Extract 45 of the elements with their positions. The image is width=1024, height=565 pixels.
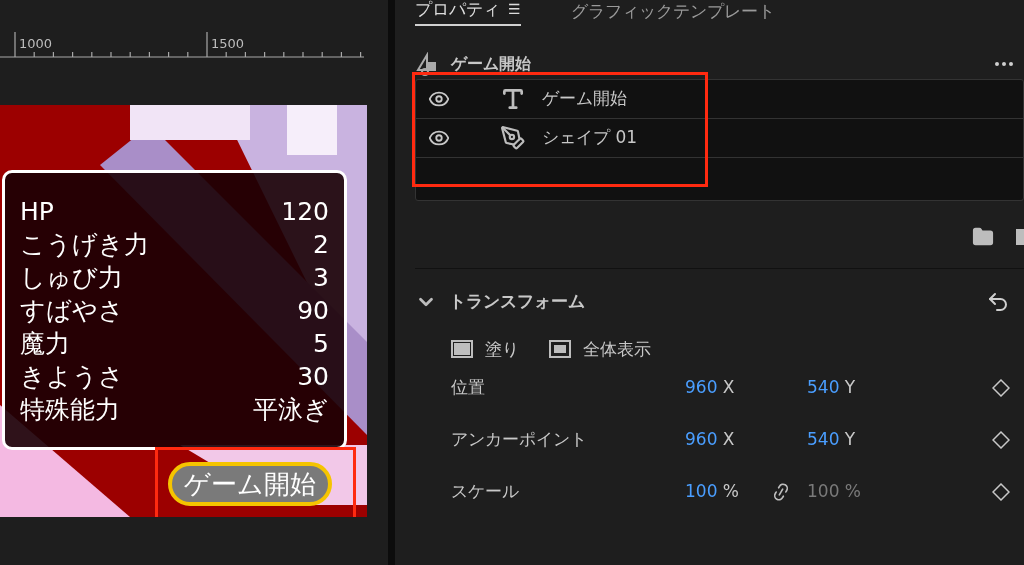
stat-label: HP <box>20 196 54 228</box>
stat-label: 魔力 <box>20 328 70 360</box>
menu-icon[interactable]: ☰ <box>508 0 521 20</box>
stat-value: 90 <box>297 295 329 327</box>
stat-value: 2 <box>313 229 329 261</box>
start-game-button[interactable]: ゲーム開始 <box>168 462 332 506</box>
keyframe-diamond-icon[interactable] <box>992 483 1010 501</box>
property-label: 位置 <box>451 376 486 400</box>
keyframe-diamond-icon[interactable] <box>992 431 1010 449</box>
stat-value: 5 <box>313 328 329 360</box>
y-value-field[interactable]: 540 Y <box>807 375 867 401</box>
layer-name: ゲーム開始 <box>542 87 627 111</box>
keyframe-diamond-icon[interactable] <box>992 379 1010 397</box>
clip-title: ゲーム開始 <box>451 53 531 75</box>
stat-label: こうげき力 <box>20 229 149 261</box>
stat-value: 120 <box>281 196 329 228</box>
stat-value: 30 <box>297 361 329 393</box>
ruler-label: 1000 <box>19 35 53 53</box>
fit-option-button[interactable]: 塗り <box>451 336 519 362</box>
stat-value: 3 <box>313 262 329 294</box>
layer-row[interactable]: シェイプ 01 <box>416 119 1023 158</box>
fit-option-button[interactable]: 全体表示 <box>549 336 651 362</box>
section-title: トランスフォーム <box>449 290 585 313</box>
property-label: アンカーポイント <box>451 428 588 452</box>
property-label: スケール <box>451 480 520 504</box>
ruler-label: 1500 <box>211 35 245 53</box>
folder-icon[interactable] <box>972 226 994 248</box>
x-value-field[interactable]: 960 X <box>685 375 771 401</box>
stat-value: 平泳ぎ <box>253 394 329 426</box>
stat-label: しゅび力 <box>20 262 123 294</box>
pen-icon <box>500 125 526 151</box>
frame-icon <box>451 340 473 359</box>
stat-label: すばやさ <box>20 295 124 327</box>
y-value-field[interactable]: 540 Y <box>807 427 867 453</box>
layer-row[interactable]: ゲーム開始 <box>416 80 1023 119</box>
x-value-field[interactable]: 960 X <box>685 427 771 453</box>
stat-label: 特殊能力 <box>20 394 120 426</box>
x-value-field[interactable]: 100 % <box>685 479 771 505</box>
y-value-field[interactable]: 100 % <box>807 479 867 505</box>
panel-tab[interactable]: プロパティ ☰ <box>415 0 521 26</box>
panel-tab[interactable]: グラフィックテンプレート <box>570 0 775 26</box>
frame-icon <box>549 340 571 359</box>
text-layer-icon <box>500 86 526 112</box>
stat-label: きようさ <box>20 361 124 393</box>
layer-name: シェイプ 01 <box>542 126 638 150</box>
